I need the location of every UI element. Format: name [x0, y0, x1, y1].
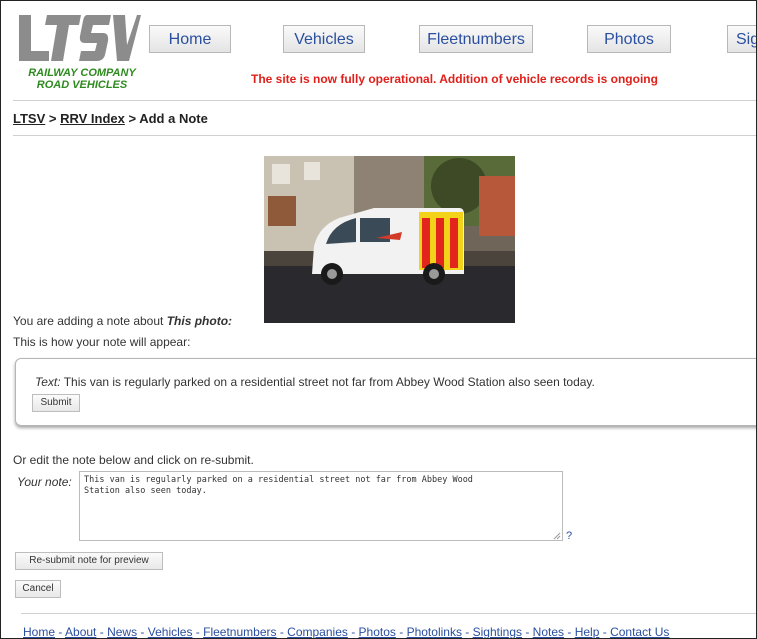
footer-link-help[interactable]: Help — [575, 625, 600, 638]
resize-handle-icon[interactable] — [553, 532, 561, 540]
footer-link-photos[interactable]: Photos — [359, 625, 396, 638]
footer-link-about[interactable]: About — [65, 625, 96, 638]
preview-label: Text: — [35, 375, 61, 389]
intro-text: You are adding a note about This photo: — [13, 314, 232, 328]
breadcrumb-separator: > — [124, 111, 140, 126]
breadcrumb-ltsv-link[interactable]: LTSV — [13, 111, 45, 126]
footer-separator: - — [395, 625, 407, 639]
intro-prefix: You are adding a note about — [13, 314, 167, 328]
footer-separator: - — [96, 625, 108, 639]
nav-fleetnumbers-button[interactable]: Fleetnumbers — [419, 25, 533, 53]
help-link[interactable]: ? — [566, 530, 572, 542]
footer-separator: - — [276, 625, 288, 639]
breadcrumb-current: Add a Note — [139, 111, 208, 126]
footer-links: Home - About - News - Vehicles - Fleetnu… — [23, 625, 669, 639]
footer-link-news[interactable]: News — [107, 625, 137, 638]
preview-text: Text: This van is regularly parked on a … — [35, 375, 595, 389]
van-photo[interactable] — [264, 156, 515, 323]
footer-link-vehicles[interactable]: Vehicles — [148, 625, 193, 638]
footer-link-notes[interactable]: Notes — [533, 625, 564, 638]
divider — [21, 613, 756, 614]
footer-separator: - — [522, 625, 533, 639]
divider — [13, 135, 756, 136]
note-label: Your note: — [17, 475, 72, 489]
status-banner: The site is now fully operational. Addit… — [251, 72, 658, 86]
intro-subject: This photo: — [166, 314, 233, 328]
footer-link-home[interactable]: Home — [23, 625, 55, 638]
logo-subtitle: RAILWAY COMPANY ROAD VEHICLES — [17, 67, 147, 91]
footer-separator: - — [137, 625, 148, 639]
preview-note-text: This van is regularly parked on a reside… — [60, 375, 595, 389]
footer-separator: - — [564, 625, 575, 639]
footer-link-companies[interactable]: Companies — [287, 625, 348, 638]
footer-separator: - — [55, 625, 66, 639]
edit-instructions: Or edit the note below and click on re-s… — [13, 453, 254, 467]
footer-link-photolinks[interactable]: Photolinks — [407, 625, 462, 638]
cancel-button[interactable]: Cancel — [15, 580, 61, 598]
nav-sightings-button[interactable]: Sigh — [727, 25, 756, 53]
footer-separator: - — [192, 625, 204, 639]
footer-separator: - — [599, 625, 611, 639]
nav-home-button[interactable]: Home — [149, 25, 231, 53]
note-textarea[interactable]: This van is regularly parked on a reside… — [79, 471, 563, 541]
submit-button[interactable]: Submit — [32, 394, 80, 412]
nav-photos-button[interactable]: Photos — [587, 25, 671, 53]
ltsv-logo[interactable] — [17, 11, 141, 63]
footer-link-contact-us[interactable]: Contact Us — [610, 625, 669, 638]
nav-vehicles-button[interactable]: Vehicles — [283, 25, 365, 53]
resubmit-button[interactable]: Re-submit note for preview — [15, 552, 163, 570]
footer-separator: - — [461, 625, 473, 639]
footer-link-fleetnumbers[interactable]: Fleetnumbers — [203, 625, 276, 638]
footer-link-sightings[interactable]: Sightings — [473, 625, 522, 638]
logo-subtitle-line2: ROAD VEHICLES — [36, 79, 128, 91]
footer-separator: - — [347, 625, 359, 639]
logo-subtitle-line1: RAILWAY COMPANY — [28, 67, 136, 79]
divider — [13, 100, 756, 101]
preview-heading: This is how your note will appear: — [13, 335, 191, 349]
breadcrumb-separator: > — [45, 111, 61, 126]
page: RAILWAY COMPANY ROAD VEHICLES Home Vehic… — [0, 0, 757, 639]
note-preview-panel: Text: This van is regularly parked on a … — [15, 358, 756, 426]
breadcrumb: LTSV > RRV Index > Add a Note — [13, 111, 208, 126]
breadcrumb-rrv-index-link[interactable]: RRV Index — [60, 111, 125, 126]
